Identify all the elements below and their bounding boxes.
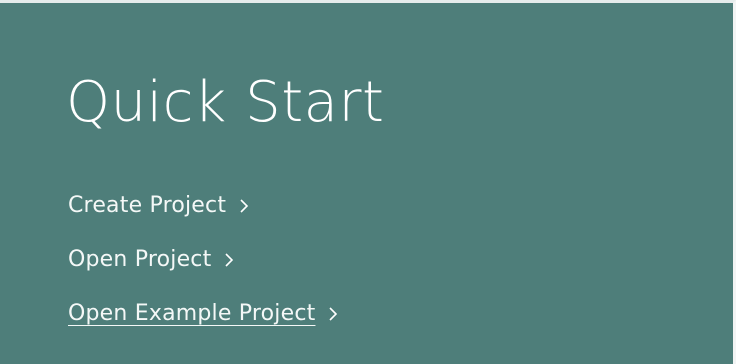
open-example-project-label: Open Example Project [68, 301, 316, 326]
create-project-label: Create Project [68, 193, 227, 218]
open-project-link[interactable]: Open Project [68, 243, 341, 277]
open-example-project-link[interactable]: Open Example Project [68, 297, 341, 331]
create-project-link[interactable]: Create Project [68, 189, 341, 223]
chevron-right-icon [325, 304, 341, 324]
open-project-label: Open Project [68, 247, 212, 272]
quick-start-links: Create Project Open Project Open Example… [68, 189, 341, 351]
quick-start-title: Quick Start [66, 70, 385, 135]
chevron-right-icon [221, 250, 237, 270]
chevron-right-icon [236, 196, 252, 216]
quick-start-panel: Quick Start Create Project Open Project … [0, 0, 736, 364]
